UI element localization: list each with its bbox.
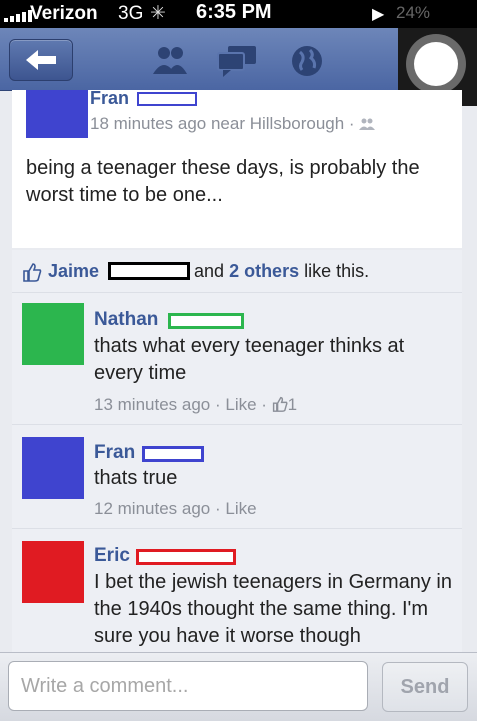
- messages-icon[interactable]: [216, 44, 258, 78]
- comment-text: thats what every teenager thinks at ever…: [94, 335, 405, 384]
- comment-author-name[interactable]: Nathan: [94, 309, 158, 331]
- redaction-bar: [142, 446, 204, 462]
- back-arrow-icon: [26, 50, 56, 70]
- avatar[interactable]: [22, 437, 84, 499]
- avatar[interactable]: [22, 303, 84, 365]
- comment-meta: 13 minutes ago · Like · 1: [94, 395, 298, 414]
- comment-composer: Send: [0, 652, 477, 721]
- comment-author-name[interactable]: Eric: [94, 545, 130, 567]
- likes-and: and: [194, 261, 225, 281]
- signal-icon: [4, 9, 32, 22]
- liker-name[interactable]: Jaime: [48, 261, 99, 282]
- send-button[interactable]: Send: [382, 662, 468, 712]
- status-bar: Verizon 3G ✳ 6:35 PM ▶ 24%: [0, 0, 477, 28]
- back-button[interactable]: [9, 39, 73, 81]
- globe-icon[interactable]: [290, 44, 324, 78]
- comment-input[interactable]: [8, 661, 368, 711]
- redaction-bar: [137, 92, 197, 106]
- clock: 6:35 PM: [196, 1, 272, 23]
- carrier-label: Verizon: [30, 3, 98, 24]
- post-text: being a teenager these days, is probably…: [26, 157, 420, 206]
- likes-others-link[interactable]: 2 others: [229, 261, 299, 281]
- post-meta: 18 minutes ago near Hillsborough ·: [90, 114, 376, 134]
- nav-bar: [0, 28, 477, 106]
- comment-like-count: 1: [287, 395, 298, 414]
- post-card: Fran 18 minutes ago near Hillsborough · …: [12, 88, 462, 248]
- likes-text: and 2 others like this.: [194, 261, 369, 282]
- battery-label: 24%: [396, 3, 431, 22]
- comment-author-name[interactable]: Fran: [94, 442, 135, 464]
- avatar[interactable]: [26, 90, 88, 138]
- list-item: Nathan thats what every teenager thinks …: [12, 292, 462, 425]
- thumbs-up-icon: [272, 396, 288, 412]
- activity-spinner-icon: ✳: [150, 3, 166, 24]
- comment-like-button[interactable]: Like: [225, 499, 256, 518]
- post-timestamp: 18 minutes ago near Hillsborough ·: [90, 114, 355, 133]
- post-author-name[interactable]: Fran: [90, 88, 129, 109]
- comment-text: I bet the jewish teenagers in Germany in…: [94, 571, 452, 647]
- comment-meta: 12 minutes ago · Like: [94, 499, 257, 518]
- redaction-bar: [108, 262, 190, 280]
- network-type-label: 3G: [118, 3, 144, 24]
- friends-icon[interactable]: [150, 44, 190, 76]
- redaction-bar: [136, 549, 236, 565]
- comment-timestamp: 12 minutes ago: [94, 499, 211, 518]
- avatar[interactable]: [22, 541, 84, 603]
- friends-audience-icon: [359, 118, 376, 130]
- assistive-touch-icon: [406, 34, 466, 94]
- list-item: Fran thats true 12 minutes ago · Like: [12, 424, 462, 529]
- likes-suffix: like this.: [304, 261, 370, 281]
- comment-like-button[interactable]: Like: [225, 395, 256, 414]
- play-icon: ▶: [372, 6, 385, 23]
- comment-text: thats true: [94, 467, 178, 489]
- comment-timestamp: 13 minutes ago: [94, 395, 211, 414]
- likes-summary[interactable]: Jaime and 2 others like this.: [12, 250, 462, 292]
- list-item: Eric I bet the jewish teenagers in Germa…: [12, 528, 462, 653]
- redaction-bar: [168, 313, 244, 329]
- thumbs-up-icon: [23, 263, 42, 282]
